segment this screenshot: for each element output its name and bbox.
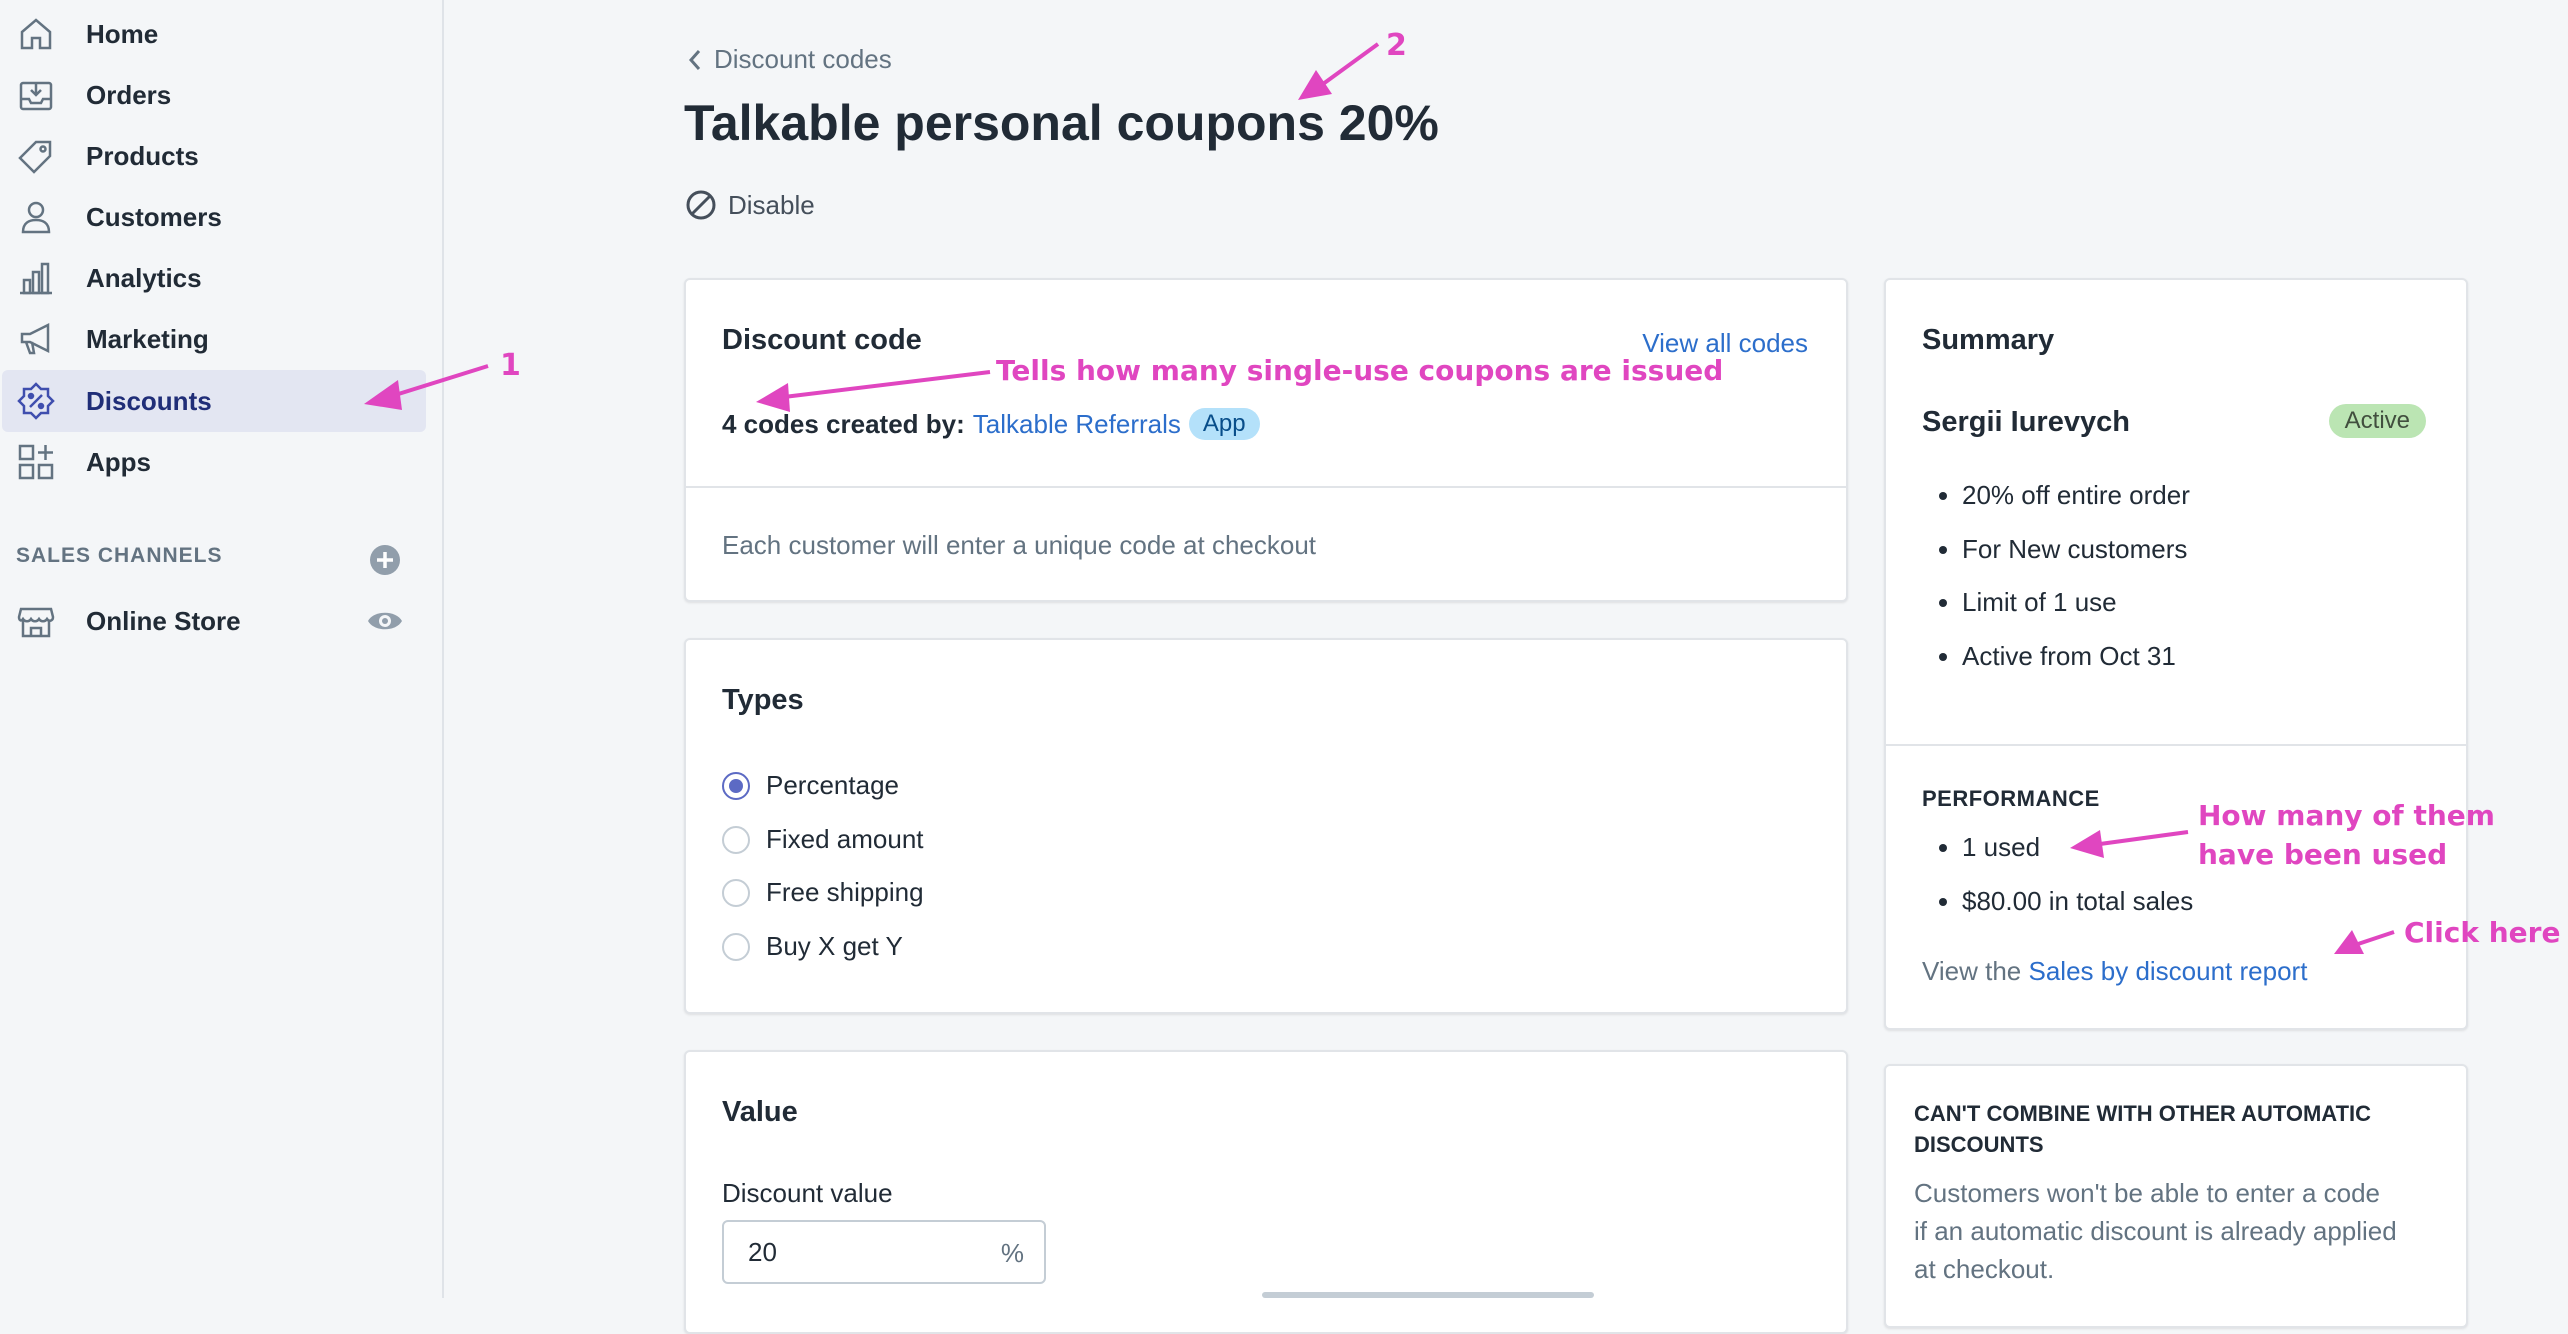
summary-card: Summary Sergii Iurevych Active 20% off e… [1884,278,2468,1030]
card-divider [1886,744,2466,746]
person-icon [16,197,56,237]
combine-heading-line: CAN'T COMBINE WITH OTHER AUTOMATIC [1914,1101,2372,1126]
summary-details-list: 20% off entire order For New customers L… [1924,480,2190,694]
tag-icon [16,136,56,176]
sidebar-item-label: Analytics [86,262,202,293]
annotation-codes-note: Tells how many single-use coupons are is… [996,354,1724,387]
sidebar-item-marketing[interactable]: Marketing [2,308,426,370]
disable-label: Disable [728,189,815,220]
radio-free-shipping[interactable]: Free shipping [722,877,924,908]
sidebar-item-orders[interactable]: Orders [2,64,426,126]
annotation-used-note: How many of them have been used [2198,796,2495,874]
report-prefix: View the [1922,956,2022,986]
sidebar-item-label: Home [86,18,159,49]
discount-code-title: Discount code [722,324,922,356]
sidebar-item-customers[interactable]: Customers [2,186,426,248]
scroll-indicator [1262,1292,1594,1298]
combine-text-line: if an automatic discount is already appl… [1914,1216,2397,1246]
store-icon [16,601,56,641]
sidebar-item-analytics[interactable]: Analytics [2,247,426,309]
types-title: Types [722,684,804,716]
status-badge: Active [2328,404,2426,438]
card-divider [686,486,1846,488]
annotation-line: have been used [2198,838,2448,871]
radio-fixed-amount[interactable]: Fixed amount [722,824,924,855]
sidebar-item-label: Apps [86,446,151,477]
apps-icon [16,442,56,482]
sidebar-item-apps[interactable]: Apps [2,431,426,493]
sidebar-item-discounts[interactable]: Discounts [2,370,426,432]
annotation-click-here: Click here [2404,916,2561,949]
sidebar: Home Orders Products Customers Analytics… [0,0,444,1298]
sidebar-item-label: Discounts [86,385,212,416]
bar-chart-icon [16,258,56,298]
combine-discounts-card: CAN'T COMBINE WITH OTHER AUTOMATIC DISCO… [1884,1064,2468,1328]
combine-heading: CAN'T COMBINE WITH OTHER AUTOMATIC DISCO… [1914,1098,2371,1160]
discount-icon [16,381,56,421]
radio-percentage[interactable]: Percentage [722,770,899,801]
annotation-line: How many of them [2198,799,2495,832]
unique-code-note: Each customer will enter a unique code a… [722,530,1317,560]
disable-icon [686,190,716,220]
sales-report-link[interactable]: Sales by discount report [2029,956,2308,986]
breadcrumb[interactable]: Discount codes [684,44,892,75]
report-row: View the Sales by discount report [1922,956,2307,987]
discount-value-label: Discount value [722,1178,893,1208]
annotation-two: 2 [1386,28,1407,63]
customer-name: Sergii Iurevych [1922,406,2130,438]
radio-button[interactable] [722,932,750,961]
sidebar-item-online-store[interactable]: Online Store [2,590,426,652]
page-title: Talkable personal coupons 20% [684,95,1439,151]
combine-text-line: Customers won't be able to enter a code [1914,1178,2381,1208]
list-item: Active from Oct 31 [1962,641,2190,695]
combine-heading-line: DISCOUNTS [1914,1132,2044,1157]
radio-buy-x-get-y[interactable]: Buy X get Y [722,931,903,962]
orders-icon [16,75,56,115]
app-badge: App [1188,408,1260,440]
creator-link[interactable]: Talkable Referrals [973,409,1181,440]
radio-button[interactable] [722,825,750,854]
annotation-one: 1 [500,348,521,383]
codes-created-row: 4 codes created by: Talkable Referrals A… [722,408,1260,440]
disable-button[interactable]: Disable [684,188,815,222]
list-item: 20% off entire order [1962,480,2190,534]
radio-label: Percentage [766,770,899,800]
list-item: $80.00 in total sales [1962,886,2193,940]
discount-value-input[interactable] [746,1236,990,1269]
sidebar-item-label: Marketing [86,323,209,354]
percent-suffix: % [1000,1238,1024,1268]
sales-channels-heading: SALES CHANNELS [16,544,223,567]
types-card: Types Percentage Fixed amount Free shipp… [684,638,1848,1014]
home-icon [16,14,56,54]
list-item: 1 used [1962,832,2193,886]
performance-list: 1 used $80.00 in total sales [1924,832,2193,939]
combine-text-line: at checkout. [1914,1254,2055,1284]
radio-label: Buy X get Y [766,931,903,961]
radio-button-checked[interactable] [722,771,750,800]
discount-code-card: Discount code View all codes 4 codes cre… [684,278,1848,602]
sidebar-item-home[interactable]: Home [2,3,426,65]
list-item: For New customers [1962,534,2190,588]
combine-text: Customers won't be able to enter a code … [1914,1174,2397,1288]
chevron-left-icon [688,49,701,70]
radio-label: Free shipping [766,877,924,907]
megaphone-icon [16,319,56,359]
sidebar-item-products[interactable]: Products [2,125,426,187]
value-title: Value [722,1096,798,1128]
list-item: Limit of 1 use [1962,587,2190,641]
discount-value-field[interactable]: % [722,1220,1046,1284]
sidebar-item-label: Online Store [86,605,241,636]
summary-title: Summary [1922,324,2055,356]
sidebar-item-label: Customers [86,201,222,232]
main-content: Discount codes Talkable personal coupons… [444,0,2568,1334]
codes-created-text: 4 codes created by: [722,408,965,439]
radio-label: Fixed amount [766,824,924,854]
performance-heading: PERFORMANCE [1922,786,2100,811]
radio-button[interactable] [722,878,750,907]
sidebar-item-label: Orders [86,79,172,110]
breadcrumb-link[interactable]: Discount codes [714,44,892,75]
add-channel-icon[interactable] [368,543,402,577]
view-store-eye-icon[interactable] [366,606,404,636]
sidebar-item-label: Products [86,140,199,171]
